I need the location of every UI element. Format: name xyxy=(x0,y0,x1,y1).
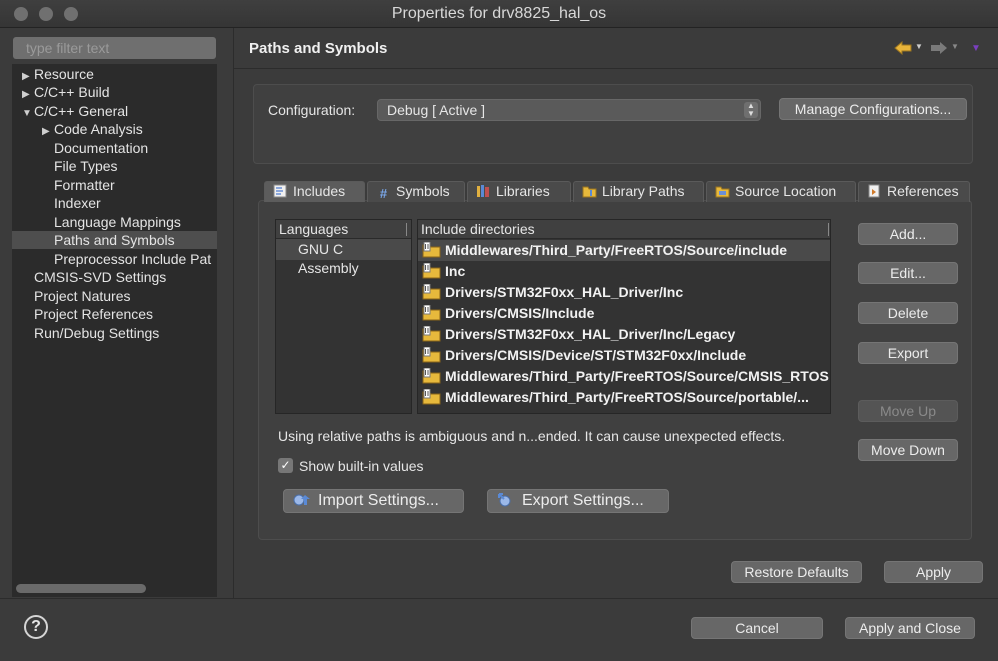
references-icon xyxy=(868,184,880,198)
include-folder-icon xyxy=(422,347,441,363)
collapse-arrow-icon[interactable]: ▼ xyxy=(22,105,34,123)
title-bar: Properties for drv8825_hal_os xyxy=(0,0,998,28)
tree-item-indexer[interactable]: Indexer xyxy=(54,194,101,212)
libraries-icon xyxy=(477,185,489,197)
include-dir-row[interactable]: Drivers/CMSIS/Device/ST/STM32F0xx/Includ… xyxy=(418,345,830,366)
include-dir-row[interactable]: Inc xyxy=(418,261,830,282)
window-title: Properties for drv8825_hal_os xyxy=(391,5,607,22)
languages-header: Languages xyxy=(276,220,411,239)
include-dir-row[interactable]: Drivers/CMSIS/Include xyxy=(418,303,830,324)
export-icon xyxy=(498,493,511,507)
tree-item-preprocessor-include[interactable]: Preprocessor Include Pat xyxy=(54,250,211,268)
splitter[interactable] xyxy=(233,28,234,598)
tree-item-project-references[interactable]: Project References xyxy=(34,305,153,323)
tree-item-formatter[interactable]: Formatter xyxy=(54,176,115,194)
tab-symbols[interactable]: # Symbols xyxy=(367,181,465,202)
tree-item-documentation[interactable]: Documentation xyxy=(54,139,148,157)
language-assembly[interactable]: Assembly xyxy=(276,258,411,279)
import-icon xyxy=(293,494,310,506)
page-title: Paths and Symbols xyxy=(249,40,388,57)
show-builtin-checkbox[interactable]: ✓ xyxy=(278,458,293,473)
tab-includes[interactable]: Includes xyxy=(264,181,365,202)
delete-button[interactable]: Delete xyxy=(858,302,958,324)
include-directories-header: Include directories xyxy=(418,220,830,239)
preferences-tree: ▶ Resource ▶ C/C++ Build ▼ C/C++ General ▶ C… xyxy=(12,64,217,597)
symbols-icon: # xyxy=(379,186,388,201)
include-folder-icon xyxy=(422,389,441,405)
include-dir-row[interactable]: Drivers/STM32F0xx_HAL_Driver/Inc/Legacy xyxy=(418,324,830,345)
include-folder-icon xyxy=(422,242,441,258)
tree-item-file-types[interactable]: File Types xyxy=(54,157,118,175)
move-up-button[interactable]: Move Up xyxy=(858,400,958,422)
page-header: Paths and Symbols ▼ ▼ ▼ xyxy=(234,28,998,69)
include-dir-row[interactable]: Drivers/STM32F0xx_HAL_Driver/Inc xyxy=(418,282,830,303)
forward-dropdown-icon[interactable]: ▼ xyxy=(951,42,959,51)
sidebar-scrollbar[interactable] xyxy=(16,584,146,593)
configuration-group xyxy=(253,84,973,164)
configuration-select[interactable]: Debug [ Active ] ▲ ▼ xyxy=(377,99,761,121)
tree-item-cpp-build[interactable]: ▶ C/C++ Build xyxy=(22,83,109,101)
export-button[interactable]: Export xyxy=(858,342,958,364)
manage-configurations-button[interactable]: Manage Configurations... xyxy=(779,98,967,120)
tab-library-paths[interactable]: Library Paths xyxy=(573,181,704,202)
apply-and-close-button[interactable]: Apply and Close xyxy=(845,617,975,639)
tree-item-language-mappings[interactable]: Language Mappings xyxy=(54,213,181,231)
help-button[interactable]: ? xyxy=(24,615,48,639)
filter-input[interactable]: type filter text xyxy=(13,37,216,59)
tree-item-resource[interactable]: ▶ Resource xyxy=(22,65,94,83)
include-directories-list: Include directories Middlewares/Third_Pa… xyxy=(417,219,831,414)
restore-defaults-button[interactable]: Restore Defaults xyxy=(731,561,862,583)
include-folder-icon xyxy=(422,326,441,342)
tab-libraries[interactable]: Libraries xyxy=(467,181,571,202)
include-dir-row[interactable]: Middlewares/Third_Party/FreeRTOS/Source/… xyxy=(418,387,830,408)
forward-arrow-icon[interactable] xyxy=(930,41,948,55)
include-dir-row[interactable]: Middlewares/Third_Party/FreeRTOS/Source/… xyxy=(418,366,830,387)
configuration-label: Configuration: xyxy=(268,102,356,118)
include-folder-icon xyxy=(422,263,441,279)
configuration-value: Debug [ Active ] xyxy=(387,102,486,118)
select-arrows-icon: ▲ ▼ xyxy=(744,102,758,118)
show-builtin-label: Show built-in values xyxy=(299,458,424,474)
tree-item-project-natures[interactable]: Project Natures xyxy=(34,287,130,305)
tree-item-code-analysis[interactable]: ▶ Code Analysis xyxy=(42,120,143,138)
view-menu-icon[interactable]: ▼ xyxy=(971,43,981,54)
include-folder-icon xyxy=(422,284,441,300)
cancel-button[interactable]: Cancel xyxy=(691,617,823,639)
tree-item-paths-and-symbols[interactable]: Paths and Symbols xyxy=(12,231,217,249)
include-folder-icon xyxy=(422,305,441,321)
library-paths-icon xyxy=(582,186,597,198)
back-arrow-icon[interactable] xyxy=(894,41,912,55)
edit-button[interactable]: Edit... xyxy=(858,262,958,284)
include-dir-row[interactable]: Middlewares/Third_Party/FreeRTOS/Source/… xyxy=(418,240,830,261)
expand-arrow-icon[interactable]: ▶ xyxy=(42,123,54,141)
language-gnu-c[interactable]: GNU C xyxy=(276,239,411,260)
tree-item-cpp-general[interactable]: ▼ C/C++ General xyxy=(22,102,128,120)
include-folder-icon xyxy=(422,368,441,384)
export-settings-button[interactable]: Export Settings... xyxy=(487,489,669,513)
add-button[interactable]: Add... xyxy=(858,223,958,245)
tab-references[interactable]: References xyxy=(858,181,970,202)
apply-button[interactable]: Apply xyxy=(884,561,983,583)
includes-icon xyxy=(273,184,287,198)
import-settings-button[interactable]: Import Settings... xyxy=(283,489,464,513)
languages-list: Languages GNU C Assembly xyxy=(275,219,412,414)
move-down-button[interactable]: Move Down xyxy=(858,439,958,461)
tab-source-location[interactable]: Source Location xyxy=(706,181,856,202)
source-location-icon xyxy=(715,186,730,198)
tree-item-cmsis-svd[interactable]: CMSIS-SVD Settings xyxy=(34,268,166,286)
back-dropdown-icon[interactable]: ▼ xyxy=(915,42,923,51)
relative-paths-warning: Using relative paths is ambiguous and n.… xyxy=(278,428,786,444)
tree-item-run-debug[interactable]: Run/Debug Settings xyxy=(34,324,159,342)
